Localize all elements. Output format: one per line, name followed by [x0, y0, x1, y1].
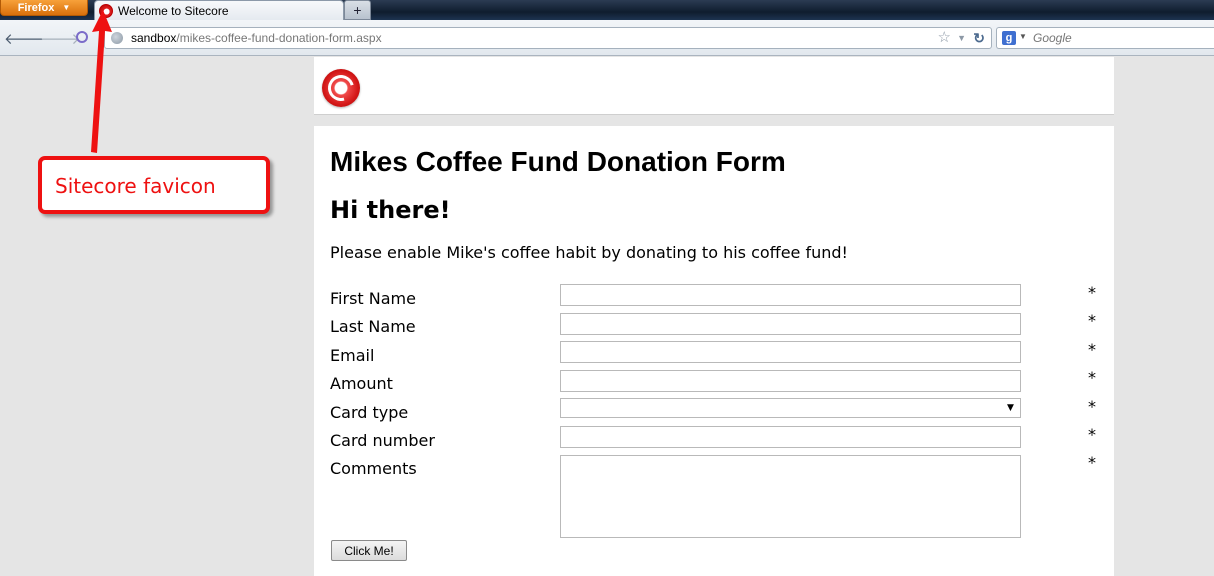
- email-label: Email: [330, 346, 375, 365]
- comments-label: Comments: [330, 459, 417, 478]
- url-path: /mikes-coffee-fund-donation-form.aspx: [176, 31, 382, 45]
- search-placeholder: Google: [1033, 31, 1072, 45]
- google-search-icon[interactable]: g: [1002, 31, 1016, 45]
- site-header: [314, 57, 1114, 115]
- email-required: *: [1088, 340, 1096, 359]
- first-name-label: First Name: [330, 289, 416, 308]
- page-title: Mikes Coffee Fund Donation Form: [330, 146, 786, 177]
- last-name-label: Last Name: [330, 317, 416, 336]
- card-type-required: *: [1088, 397, 1096, 416]
- sitecore-logo-icon: [322, 69, 360, 107]
- comments-required: *: [1088, 453, 1096, 472]
- history-dropdown-icon[interactable]: ▼: [957, 28, 966, 48]
- intro-text: Please enable Mike's coffee habit by don…: [330, 243, 848, 262]
- forward-arrow-icon[interactable]: 🡒: [40, 29, 80, 48]
- search-bar[interactable]: g ▼ Google: [996, 27, 1214, 49]
- firefox-menu-caret-icon: ▼: [62, 2, 71, 12]
- browser-tab-bar: Firefox ▼ Welcome to Sitecore +: [0, 0, 1214, 21]
- card-type-label: Card type: [330, 403, 409, 422]
- annotation-arrow-shape: [91, 10, 112, 153]
- comments-textarea[interactable]: [560, 455, 1021, 538]
- card-type-select[interactable]: [560, 398, 1021, 418]
- card-number-input[interactable]: [560, 426, 1021, 448]
- last-name-required: *: [1088, 311, 1096, 330]
- annotation-arrow: [91, 10, 112, 153]
- search-engine-caret-icon[interactable]: ▼: [1019, 32, 1027, 41]
- back-arrow-icon[interactable]: 🡐: [4, 29, 44, 48]
- amount-required: *: [1088, 368, 1096, 387]
- firefox-menu-button[interactable]: Firefox ▼: [0, 0, 88, 16]
- bookmark-star-icon[interactable]: ☆: [938, 28, 951, 48]
- firefox-menu-label: Firefox: [17, 1, 55, 14]
- card-number-label: Card number: [330, 431, 435, 450]
- form-container: Mikes Coffee Fund Donation Form Hi there…: [314, 126, 1114, 576]
- tab-title: Welcome to Sitecore: [118, 4, 229, 18]
- annotation-callout: Sitecore favicon: [38, 156, 270, 214]
- amount-label: Amount: [330, 374, 393, 393]
- address-url: sandbox/mikes-coffee-fund-donation-form.…: [131, 28, 382, 48]
- reload-icon[interactable]: ↻: [973, 28, 985, 48]
- email-input[interactable]: [560, 341, 1021, 363]
- submit-button[interactable]: Click Me!: [331, 540, 407, 561]
- url-host: sandbox: [131, 31, 177, 45]
- browser-tab-active[interactable]: Welcome to Sitecore: [94, 0, 344, 21]
- navigation-toolbar: 🡐 🡒 sandbox/mikes-coffee-fund-donation-f…: [0, 20, 1214, 56]
- card-number-required: *: [1088, 425, 1096, 444]
- first-name-input[interactable]: [560, 284, 1021, 306]
- first-name-required: *: [1088, 283, 1096, 302]
- last-name-input[interactable]: [560, 313, 1021, 335]
- amount-input[interactable]: [560, 370, 1021, 392]
- new-tab-button[interactable]: +: [344, 0, 371, 20]
- address-bar[interactable]: sandbox/mikes-coffee-fund-donation-form.…: [104, 27, 992, 49]
- greeting-heading: Hi there!: [330, 196, 451, 224]
